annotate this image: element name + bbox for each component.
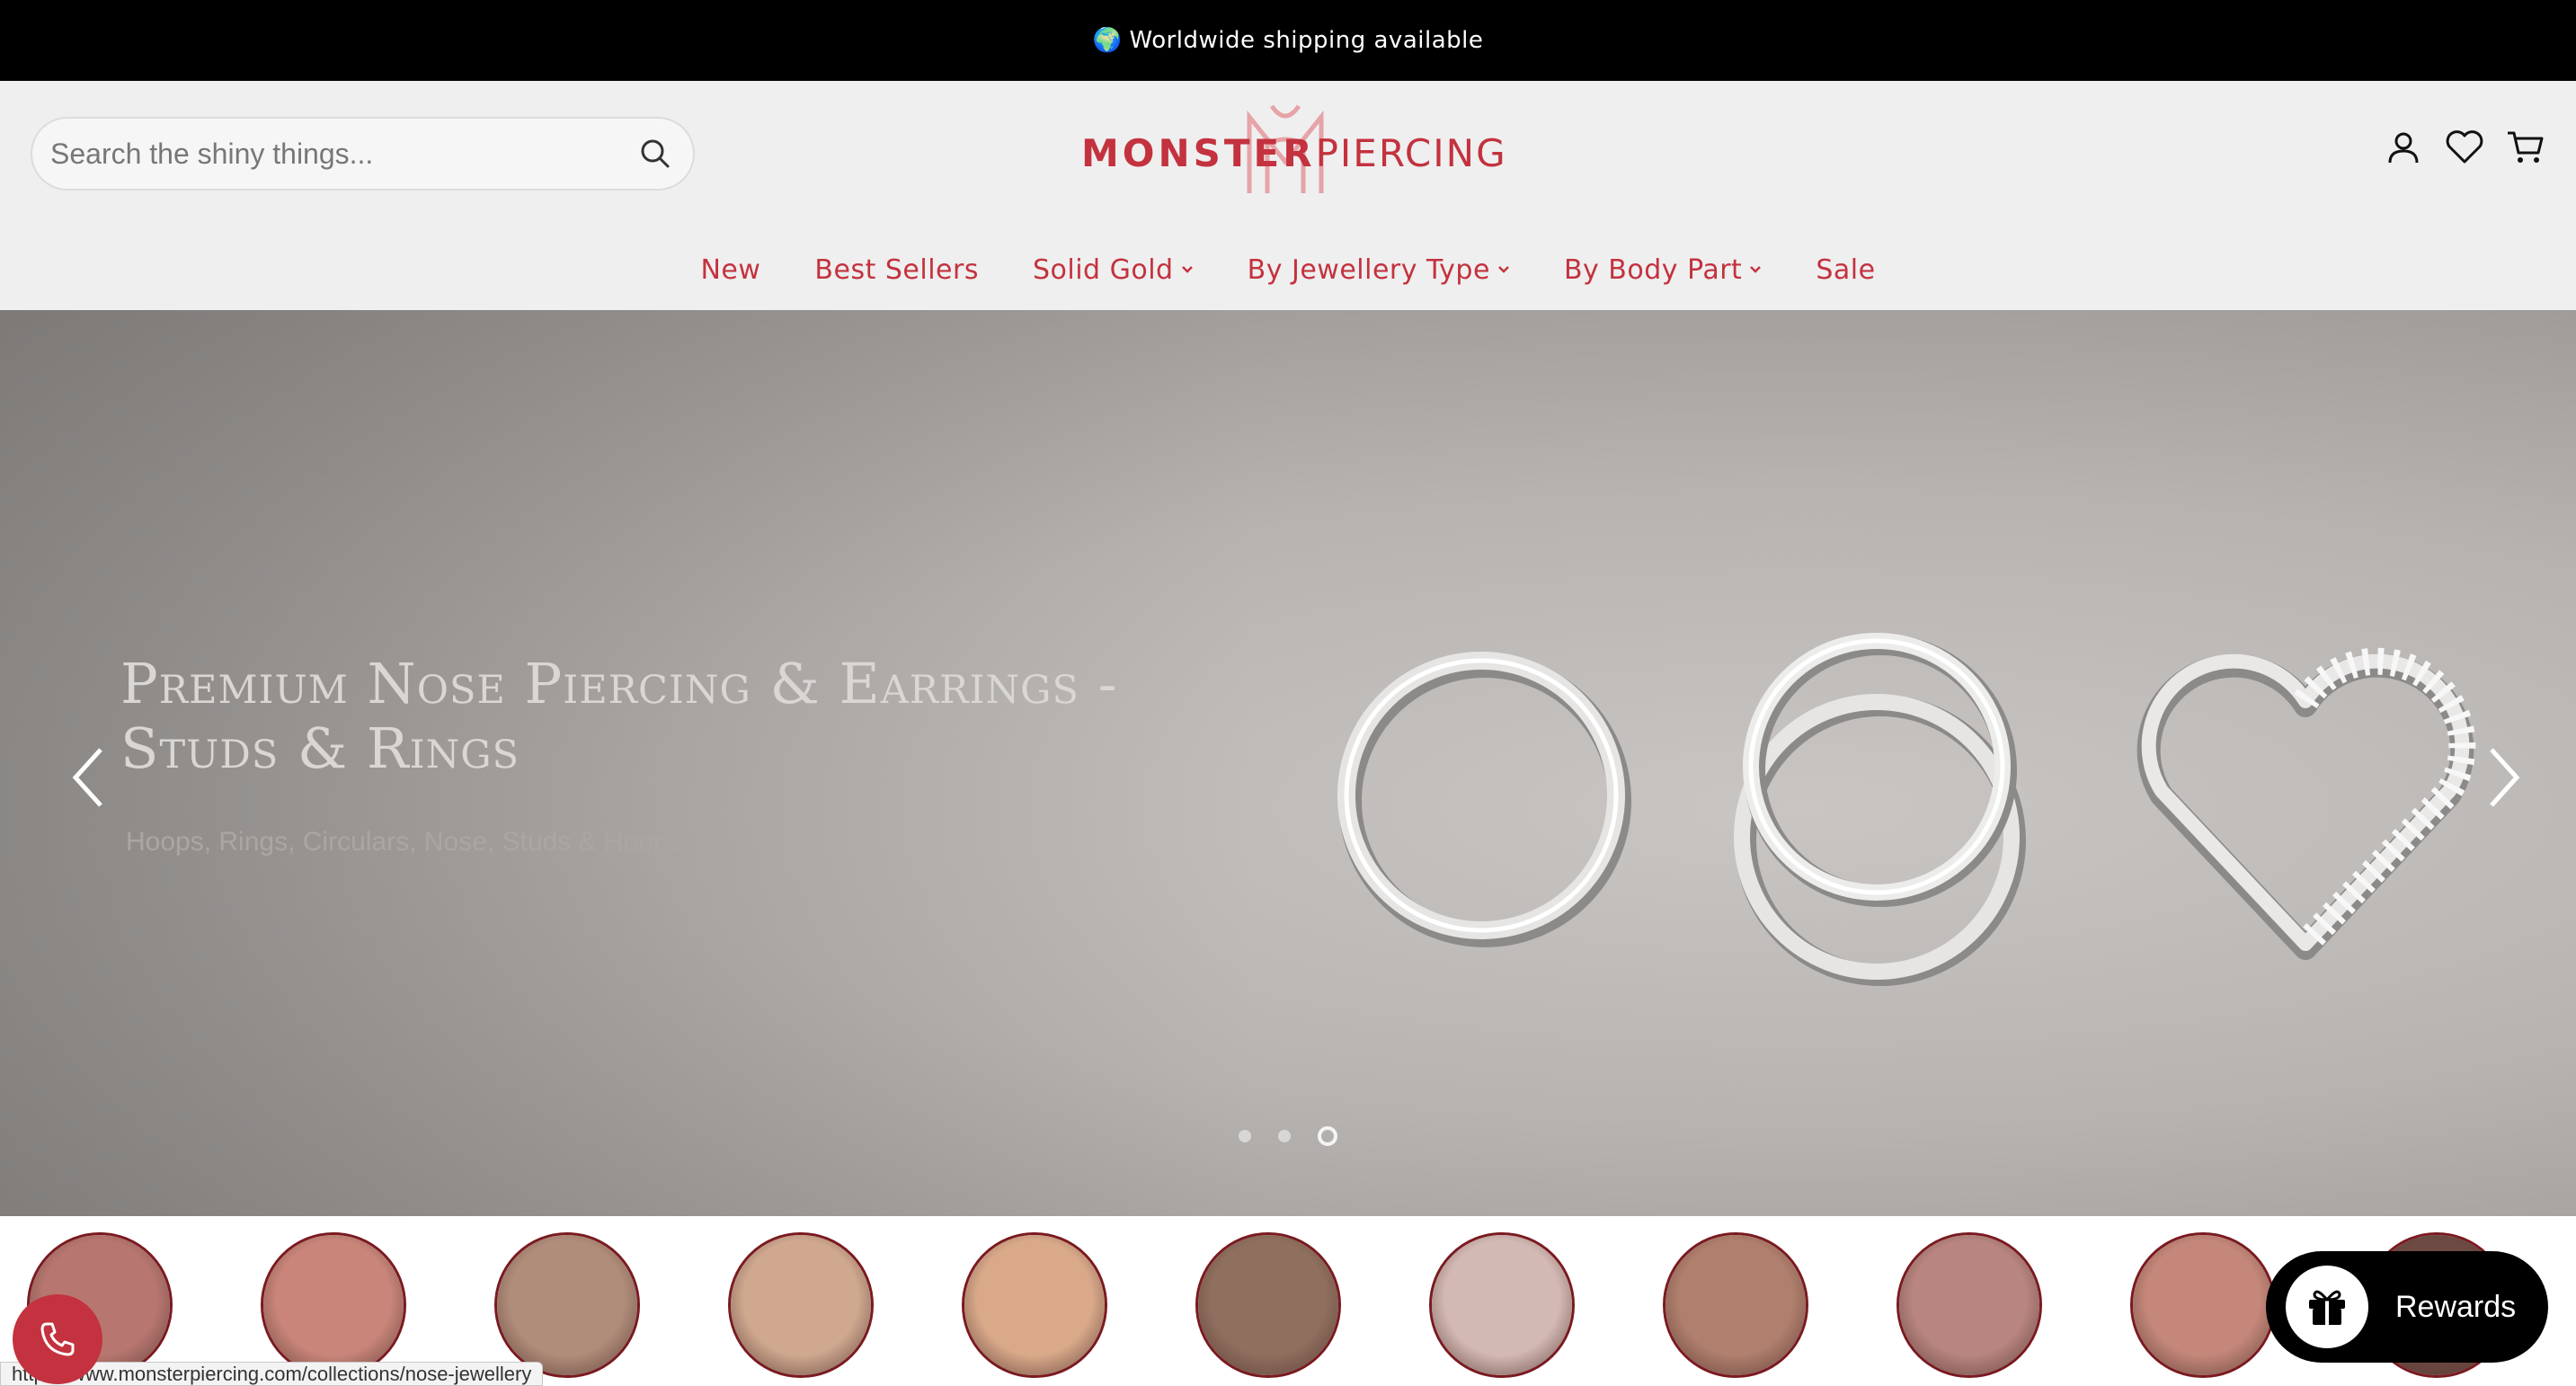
slide-next-arrow-icon[interactable] [2477, 733, 2531, 822]
slide-prev-arrow-icon[interactable] [61, 733, 115, 822]
nav-item-by-body-part[interactable]: By Body Part [1564, 254, 1762, 286]
category-thumb-snake-bites[interactable] [1896, 1232, 2042, 1378]
nav-item-label: By Jewellery Type [1247, 253, 1490, 286]
category-thumb-eyebrow-piercing[interactable] [728, 1232, 874, 1378]
thumb-image [731, 1235, 871, 1375]
chevron-down-icon [1498, 266, 1509, 273]
header-actions [2384, 128, 2545, 167]
nav-item-label: By Body Part [1563, 253, 1743, 286]
hero-slideshow[interactable]: Premium Nose Piercing & Earrings - Studs… [0, 310, 2576, 1216]
nav-item-solid-gold[interactable]: Solid Gold [1033, 254, 1194, 286]
nav-item-sale[interactable]: Sale [1816, 254, 1875, 286]
nav-item-label: Solid Gold [1032, 253, 1174, 286]
search-bar [31, 117, 695, 191]
category-thumb-navel-piercing[interactable] [962, 1232, 1107, 1378]
slide-dot-2[interactable] [1278, 1130, 1291, 1142]
category-thumb-septum-ring[interactable] [1663, 1232, 1808, 1378]
nav-item-label: Best Sellers [814, 253, 979, 286]
thumb-image [1899, 1235, 2039, 1375]
chevron-down-icon [1181, 266, 1193, 273]
cart-icon[interactable] [2506, 128, 2545, 167]
hero-subtitle: Hoops, Rings, Circulars, Nose, Studs & H… [126, 827, 682, 857]
thumb-image [1666, 1235, 1806, 1375]
logo-text: MONSTERPIERCING [1081, 131, 1506, 175]
category-thumb-ear-helix[interactable] [494, 1232, 640, 1378]
thumb-image [964, 1235, 1105, 1375]
wishlist-heart-icon[interactable] [2445, 128, 2484, 167]
thumb-image [2133, 1235, 2273, 1375]
category-thumb-face-stud[interactable] [1429, 1232, 1575, 1378]
thumb-image [1432, 1235, 1572, 1375]
hero-title-line2: Studs & Rings [120, 715, 520, 781]
phone-icon [40, 1322, 75, 1356]
globe-icon: 🌍 [1092, 27, 1123, 54]
nav-item-new[interactable]: New [700, 254, 760, 286]
rewards-button[interactable]: Rewards [2266, 1251, 2548, 1363]
category-thumbnails [0, 1216, 2576, 1386]
nav-item-best-sellers[interactable]: Best Sellers [814, 254, 979, 286]
logo-text-light: PIERCING [1315, 131, 1507, 175]
nav-item-label: New [700, 253, 761, 286]
site-logo[interactable]: MONSTERPIERCING [1074, 99, 1506, 198]
category-thumb-lip-ring[interactable] [261, 1232, 406, 1378]
chevron-down-icon [1750, 266, 1762, 273]
rewards-label: Rewards [2395, 1289, 2517, 1324]
segment-ring-image [1337, 652, 1631, 947]
logo-text-bold: MONSTER [1081, 131, 1316, 175]
category-thumb-ear-lobe[interactable] [1195, 1232, 1341, 1378]
category-thumb-lip-hoop[interactable] [2130, 1232, 2276, 1378]
account-icon[interactable] [2384, 128, 2423, 167]
nav-item-by-jewellery-type[interactable]: By Jewellery Type [1248, 254, 1510, 286]
slide-dot-1[interactable] [1239, 1130, 1251, 1142]
announcement-bar: 🌍 Worldwide shipping available [0, 0, 2576, 81]
announcement-text: Worldwide shipping available [1129, 27, 1484, 54]
phone-call-button[interactable] [13, 1294, 102, 1384]
search-icon[interactable] [635, 134, 675, 173]
main-nav: New Best Sellers Solid Gold By Jewellery… [0, 247, 2576, 292]
slide-pagination [1239, 1126, 1337, 1146]
nav-item-label: Sale [1816, 253, 1876, 286]
gift-icon [2286, 1266, 2368, 1348]
thumb-image [1198, 1235, 1338, 1375]
thumb-image [263, 1235, 404, 1375]
site-header: MONSTERPIERCING New Best Sellers Solid G… [0, 81, 2576, 310]
slide-dot-3-active[interactable] [1318, 1126, 1337, 1146]
search-input[interactable] [50, 137, 635, 171]
double-ring-image [1734, 633, 2026, 986]
hero-title: Premium Nose Piercing & Earrings - Studs… [120, 652, 1163, 781]
thumb-image [497, 1235, 637, 1375]
heart-ring-image [2136, 647, 2476, 960]
hero-title-line1: Premium Nose Piercing & Earrings - [120, 651, 1118, 716]
